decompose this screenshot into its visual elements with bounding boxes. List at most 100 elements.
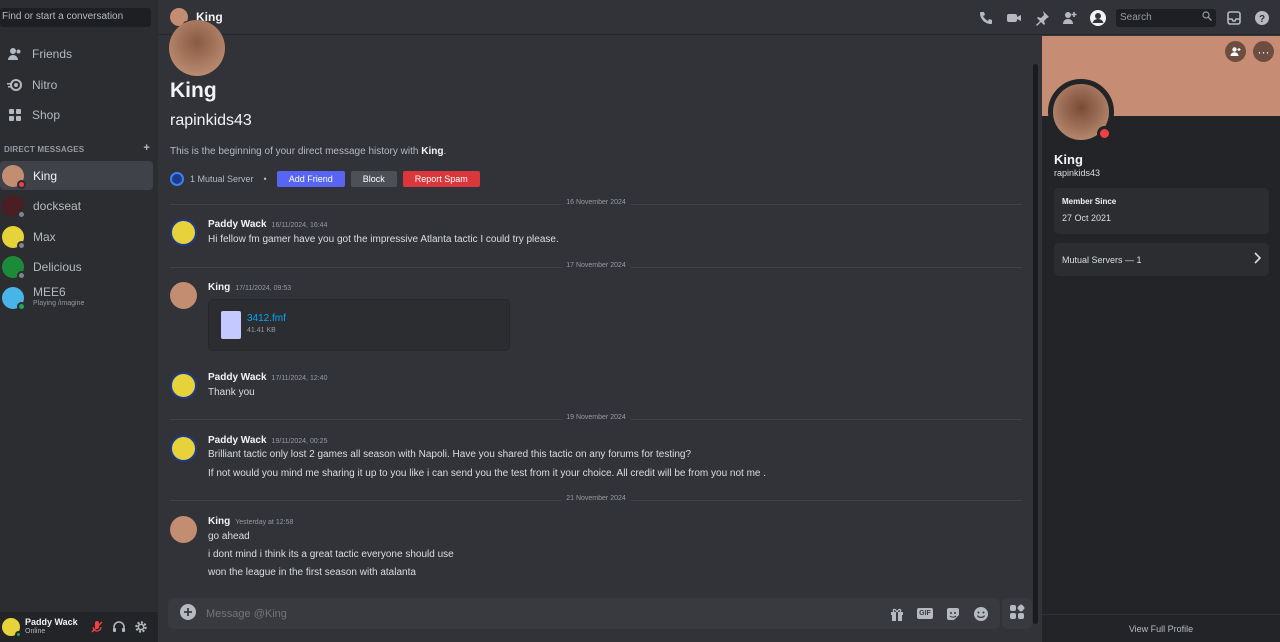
block-button[interactable]: Block — [350, 171, 397, 187]
message-text: Brilliant tactic only lost 2 games all s… — [208, 449, 692, 460]
dnd-status-icon — [17, 179, 26, 189]
headphones-icon[interactable] — [110, 617, 128, 637]
nav-shop[interactable]: Shop — [0, 101, 153, 129]
avatar[interactable] — [1048, 79, 1114, 145]
date-divider: 21 November 2024 — [170, 495, 1022, 502]
dm-item-label: Delicious — [33, 259, 82, 274]
intro-handle: rapinkids43 — [170, 112, 252, 129]
avatar[interactable] — [2, 618, 22, 638]
avatar — [2, 164, 26, 189]
direct-messages-header: DIRECT MESSAGES + — [4, 142, 150, 154]
message-text: won the league in the first season with … — [208, 567, 416, 578]
add-friend-button[interactable]: Add Friend — [276, 171, 345, 187]
search-icon — [1202, 11, 1212, 24]
add-friend-icon[interactable] — [1225, 41, 1246, 62]
avatar — [169, 20, 225, 76]
scrollbar[interactable] — [1033, 64, 1038, 624]
voice-call-icon[interactable] — [976, 8, 996, 28]
help-icon[interactable]: ? — [1252, 8, 1272, 28]
upload-plus-icon[interactable] — [180, 604, 196, 623]
emoji-icon[interactable] — [972, 605, 990, 623]
find-conversation-input[interactable]: Find or start a conversation — [0, 8, 151, 27]
message-composer: GIF — [168, 598, 1000, 629]
intro-text-name: King — [421, 146, 444, 157]
date-divider: 16 November 2024 — [170, 199, 1022, 206]
chat-area: King rapinkids43 This is the beginning o… — [158, 20, 1042, 642]
message-timestamp: 17/11/2024, 09:53 — [235, 285, 292, 292]
file-attachment: 3412.fmf 41.41 KB — [208, 299, 510, 351]
more-options-label: ··· — [1257, 44, 1270, 59]
inbox-icon[interactable] — [1224, 8, 1244, 28]
message-author[interactable]: King — [208, 282, 230, 293]
video-call-icon[interactable] — [1004, 8, 1024, 28]
user-name: Paddy Wack — [25, 617, 78, 627]
mutual-servers-label: Mutual Servers — 1 — [1062, 254, 1142, 265]
avatar — [2, 225, 26, 250]
chevron-right-icon — [1253, 252, 1262, 267]
pin-icon[interactable] — [1032, 8, 1052, 28]
date-divider-label: 21 November 2024 — [562, 495, 630, 502]
online-status-icon — [17, 302, 26, 311]
nitro-icon — [6, 76, 24, 94]
dm-item-label: MEE6 — [33, 285, 66, 299]
dm-item-delicious[interactable]: Delicious — [0, 252, 153, 281]
message-text: Hi fellow fm gamer have you got the impr… — [208, 234, 559, 245]
app-launcher-button[interactable] — [1002, 598, 1032, 629]
mutual-servers-row[interactable]: Mutual Servers — 1 — [1054, 243, 1269, 276]
avatar[interactable] — [170, 435, 197, 462]
message-author[interactable]: King — [208, 516, 230, 527]
nav-nitro[interactable]: Nitro — [0, 71, 153, 99]
message-text: go ahead — [208, 531, 250, 542]
avatar[interactable] — [170, 516, 197, 543]
message-input[interactable] — [206, 607, 866, 620]
avatar — [2, 194, 26, 219]
more-options-icon[interactable]: ··· — [1253, 41, 1274, 62]
online-status-icon — [15, 631, 22, 638]
direct-messages-label: DIRECT MESSAGES — [4, 145, 85, 154]
message-author[interactable]: Paddy Wack — [208, 435, 267, 446]
mute-mic-icon[interactable] — [88, 617, 106, 637]
settings-gear-icon[interactable] — [132, 617, 150, 637]
member-since-date: 27 Oct 2021 — [1062, 213, 1112, 223]
offline-status-icon — [17, 209, 26, 219]
member-since-card: Member Since 27 Oct 2021 — [1054, 188, 1269, 234]
dm-item-mee6[interactable]: MEE6 Playing /imagine — [0, 283, 153, 313]
dm-item-label: King — [33, 168, 58, 183]
avatar[interactable] — [170, 372, 197, 399]
message-author[interactable]: Paddy Wack — [208, 372, 267, 383]
report-spam-button[interactable]: Report Spam — [402, 171, 480, 187]
dm-item-dockseat[interactable]: dockseat — [0, 191, 153, 220]
message-author[interactable]: Paddy Wack — [208, 219, 267, 230]
intro-text-suffix: . — [443, 146, 447, 157]
profile-handle: rapinkids43 — [1054, 168, 1101, 178]
user-panel: Paddy Wack Online — [0, 612, 158, 642]
message-text: Thank you — [208, 387, 255, 398]
message-timestamp: 16/11/2024, 16:44 — [271, 222, 328, 229]
view-full-profile-link[interactable]: View Full Profile — [1042, 614, 1280, 642]
gif-icon[interactable]: GIF — [916, 605, 934, 623]
avatar[interactable] — [170, 282, 197, 309]
file-name-link[interactable]: 3412.fmf — [247, 313, 286, 324]
dm-sidebar: Find or start a conversation Friends Nit… — [0, 0, 158, 642]
dm-item-max[interactable]: Max — [0, 222, 153, 251]
avatar[interactable] — [170, 219, 197, 246]
search-input[interactable]: Search — [1116, 8, 1216, 27]
gif-label: GIF — [917, 608, 933, 619]
dnd-status-icon — [1097, 126, 1112, 141]
dm-item-king[interactable]: King — [0, 161, 153, 190]
gift-icon[interactable] — [888, 605, 906, 623]
date-divider: 17 November 2024 — [170, 262, 1022, 269]
message-timestamp: 17/11/2024, 12:40 — [271, 375, 328, 382]
add-friends-to-dm-icon[interactable] — [1060, 8, 1080, 28]
date-divider-label: 19 November 2024 — [562, 414, 630, 421]
intro-actions: 1 Mutual Server • Add Friend Block Repor… — [170, 171, 486, 187]
mutual-servers-link[interactable]: 1 Mutual Server — [190, 174, 254, 184]
search-placeholder: Search — [1120, 12, 1152, 23]
nav-friends[interactable]: Friends — [0, 40, 153, 68]
user-profile-icon[interactable] — [1088, 8, 1108, 28]
avatar — [2, 287, 26, 311]
user-profile-panel: ··· King rapinkids43 Member Since 27 Oct… — [1042, 36, 1280, 642]
member-since-label: Member Since — [1062, 197, 1117, 206]
sticker-icon[interactable] — [944, 605, 962, 623]
create-dm-button[interactable]: + — [143, 142, 150, 154]
